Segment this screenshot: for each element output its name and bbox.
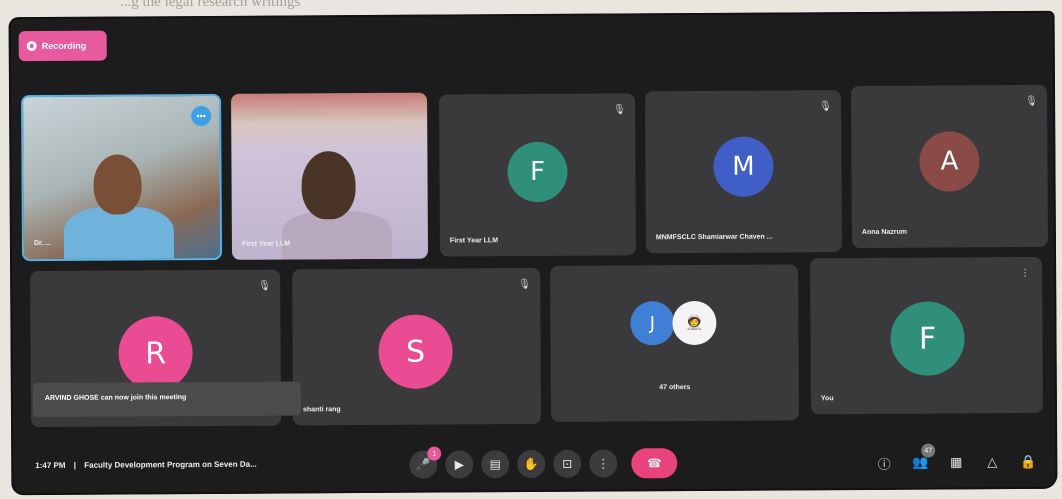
mic-off-icon: 🎙: [258, 280, 271, 292]
participant-tile-video-2[interactable]: First Year LLM: [231, 92, 429, 260]
participant-name: You: [820, 395, 834, 403]
info-icon: ⓘ: [877, 456, 891, 472]
raise-hand-icon: ✋: [523, 456, 539, 472]
meeting-controls-bar: 1:47 PM | Faculty Development Program on…: [11, 433, 1057, 495]
activities-button[interactable]: △: [981, 451, 1003, 473]
people-count-badge: 47: [921, 443, 936, 458]
meeting-info: 1:47 PM | Faculty Development Program on…: [35, 460, 257, 470]
camera-button[interactable]: ▶: [445, 450, 474, 479]
chat-icon: ▦: [950, 454, 963, 470]
participant-name: First Year LLM: [449, 237, 499, 245]
camera-icon: ▶: [454, 457, 464, 472]
participant-tile-self[interactable]: ⋮ F You: [810, 256, 1043, 415]
end-call-icon: ☎: [646, 456, 662, 471]
avatar-initial: A: [940, 146, 959, 177]
meeting-time: 1:47 PM: [35, 460, 66, 471]
present-icon: ⊡: [562, 456, 573, 471]
more-options-icon: ⋮: [597, 456, 610, 471]
info-button[interactable]: ⓘ: [873, 452, 895, 474]
mic-badge: 1: [427, 446, 442, 461]
participant-avatar: M: [713, 136, 774, 197]
participant-name: First Year LLM: [241, 240, 291, 248]
join-notification-toast: ARVIND GHOSE can now join this meeting: [32, 381, 301, 418]
participant-name: Dr. ...: [33, 239, 52, 248]
captions-button[interactable]: ▤: [481, 450, 510, 479]
activities-icon: △: [987, 454, 998, 470]
avatar-initial: R: [145, 335, 167, 371]
participant-tile-7[interactable]: 🎙 S shanti rang: [292, 267, 542, 426]
mic-button[interactable]: 🎤 1: [409, 446, 442, 479]
participant-tile-4[interactable]: 🎙 M MNMFSCLC Shamiarwar Chaven ...: [645, 90, 843, 254]
background-page-text: ...g the legal research writings: [120, 0, 301, 10]
avatar-initial: J: [649, 312, 656, 334]
avatar-initial: M: [732, 151, 755, 182]
participant-avatar: R: [118, 316, 193, 391]
participant-name: Anna Nazrum: [861, 228, 908, 236]
participant-tile-video-1[interactable]: ••• Dr. ...: [21, 93, 223, 262]
recording-label: Recording: [41, 40, 87, 51]
participant-avatar: A: [919, 131, 980, 192]
mic-icon: 🎤: [415, 457, 431, 472]
meet-window: Recording ••• Dr. ... First Year LLM 🎙 F…: [8, 10, 1058, 496]
avatar-initial: F: [529, 156, 546, 188]
host-controls-button[interactable]: 🔒: [1017, 451, 1039, 473]
participant-avatar: F: [890, 301, 965, 376]
end-call-button[interactable]: ☎: [631, 448, 678, 479]
participant-tile-others[interactable]: J 🧑‍🚀 47 others: [550, 264, 800, 422]
meeting-title: Faculty Development Program on Seven Da.…: [84, 459, 257, 470]
host-controls-icon: 🔒: [1020, 453, 1037, 470]
participant-tile-5[interactable]: 🎙 A Anna Nazrum: [850, 84, 1048, 249]
more-options-button[interactable]: ⋮: [589, 449, 618, 478]
participant-video-head: [301, 151, 356, 220]
chat-button[interactable]: ▦: [945, 451, 967, 473]
people-button[interactable]: 👥 47: [909, 443, 936, 474]
recording-icon: [26, 41, 37, 52]
participant-tile-3[interactable]: 🎙 F First Year LLM: [439, 93, 637, 257]
avatar-initial: F: [918, 321, 937, 357]
recording-badge: Recording: [18, 30, 107, 62]
mic-off-icon: 🎙: [518, 279, 531, 291]
mic-off-icon: 🎙: [819, 101, 832, 113]
others-count: 47 others: [659, 384, 691, 392]
meeting-separator: |: [73, 460, 77, 470]
mic-off-icon: 🎙: [1025, 95, 1038, 107]
mic-off-icon: 🎙: [613, 104, 626, 116]
participant-avatar: J: [630, 301, 675, 346]
mic-off-icon: ⋮: [1020, 267, 1031, 280]
participant-avatar: F: [507, 141, 568, 203]
present-button[interactable]: ⊡: [553, 449, 582, 478]
participant-avatar: S: [378, 314, 453, 389]
raise-hand-button[interactable]: ✋: [517, 449, 546, 479]
avatar-initial: S: [405, 334, 426, 370]
participant-name: MNMFSCLC Shamiarwar Chaven ...: [655, 233, 773, 242]
participant-video-head: [93, 154, 142, 215]
captions-icon: ▤: [489, 457, 502, 472]
more-icon[interactable]: •••: [191, 105, 212, 127]
participant-name: shanti rang: [302, 406, 341, 414]
astronaut-avatar-icon: 🧑‍🚀: [672, 300, 717, 346]
